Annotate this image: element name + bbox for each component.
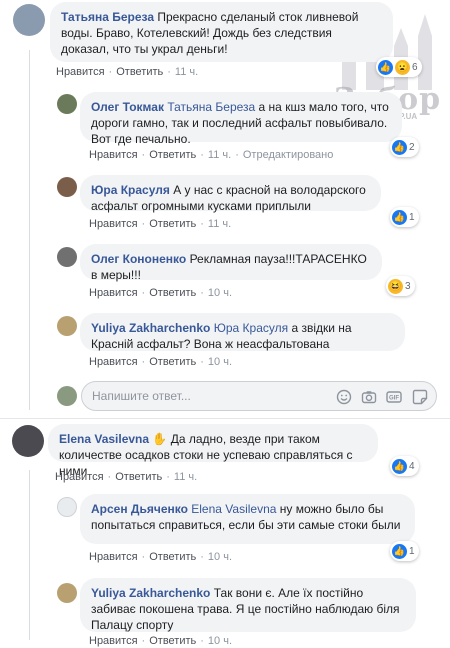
comment-actions: Нравится · Ответить · 10 ч. bbox=[89, 287, 233, 299]
like-reaction-icon: 👍 bbox=[378, 59, 393, 75]
reply-link[interactable]: Ответить bbox=[116, 66, 163, 78]
comment-bubble: Юра Красуля А у нас с красной на володар… bbox=[80, 175, 381, 213]
reaction-count: 3 bbox=[405, 280, 411, 292]
waving-hand-icon: ✋ bbox=[152, 432, 168, 446]
sticker-icon[interactable] bbox=[412, 389, 428, 405]
camera-icon[interactable] bbox=[361, 389, 377, 405]
comment-bubble: Арсен Дьяченко Elena Vasilevna ну можно … bbox=[80, 494, 415, 544]
reaction-summary[interactable]: 👍 1 bbox=[390, 541, 419, 561]
mention-link[interactable]: Юра Красуля bbox=[214, 321, 288, 335]
reaction-summary[interactable]: 👍 4 bbox=[390, 456, 419, 476]
comment-actions: Нравится · Ответить · 10 ч. bbox=[89, 551, 233, 563]
thread-line bbox=[29, 470, 30, 640]
divider bbox=[0, 418, 450, 419]
timestamp[interactable]: 11 ч. bbox=[208, 149, 231, 161]
reaction-count: 6 bbox=[412, 61, 418, 73]
timestamp[interactable]: 10 ч. bbox=[208, 551, 232, 563]
reply-link[interactable]: Ответить bbox=[149, 287, 196, 299]
svg-text:GIF: GIF bbox=[389, 396, 399, 402]
avatar[interactable] bbox=[57, 497, 77, 517]
comment-bubble: Elena Vasilevna ✋ Да ладно, везде при та… bbox=[48, 424, 378, 478]
reply-input[interactable] bbox=[92, 388, 292, 404]
like-link[interactable]: Нравится bbox=[89, 218, 138, 230]
like-link[interactable]: Нравится bbox=[55, 471, 104, 483]
comment-actions: Нравится · Ответить · 11 ч. bbox=[56, 66, 199, 78]
reply-link[interactable]: Ответить bbox=[149, 356, 196, 368]
reaction-count: 1 bbox=[409, 545, 415, 557]
comment-bubble: Олег Токмак Татьяна Береза а на кшз мало… bbox=[80, 92, 402, 146]
reaction-summary[interactable]: 👍 1 bbox=[390, 207, 419, 227]
like-link[interactable]: Нравится bbox=[89, 635, 138, 647]
confounded-face-icon: 😦 bbox=[395, 59, 410, 75]
reply-link[interactable]: Ответить bbox=[149, 149, 196, 161]
like-reaction-icon: 👍 bbox=[392, 139, 407, 155]
comment-author[interactable]: Yuliya Zakharchenko bbox=[91, 321, 210, 335]
comment-bubble: Yuliya Zakharchenko Так вони є. Але їх п… bbox=[80, 578, 416, 632]
comment-bubble: Татьяна Береза Прекрасно сделаный сток л… bbox=[50, 2, 393, 62]
like-reaction-icon: 👍 bbox=[392, 543, 407, 559]
reaction-count: 4 bbox=[409, 460, 415, 472]
reply-link[interactable]: Ответить bbox=[115, 471, 162, 483]
thread-line bbox=[29, 50, 30, 410]
timestamp[interactable]: 11 ч. bbox=[175, 66, 198, 78]
reply-input-box[interactable]: GIF bbox=[81, 381, 437, 411]
emoji-icon[interactable] bbox=[336, 389, 352, 405]
comment-actions: Нравится · Ответить · 11 ч. bbox=[55, 471, 198, 483]
mention-link[interactable]: Elena Vasilevna bbox=[191, 502, 276, 516]
like-link[interactable]: Нравится bbox=[56, 66, 105, 78]
avatar[interactable] bbox=[12, 425, 44, 457]
avatar[interactable] bbox=[57, 247, 77, 267]
comment-bubble: Yuliya Zakharchenko Юра Красуля а звідки… bbox=[80, 313, 405, 351]
timestamp[interactable]: 10 ч. bbox=[208, 356, 232, 368]
comment-actions: Нравится · Ответить · 10 ч. bbox=[89, 356, 233, 368]
like-link[interactable]: Нравится bbox=[89, 287, 138, 299]
comment-author[interactable]: Elena Vasilevna bbox=[59, 432, 149, 446]
haha-reaction-icon: 😆 bbox=[388, 278, 403, 294]
comment-author[interactable]: Олег Кононенко bbox=[91, 252, 186, 266]
comment-actions: Нравится · Ответить · 11 ч. bbox=[89, 218, 232, 230]
reply-link[interactable]: Ответить bbox=[149, 635, 196, 647]
reaction-summary[interactable]: 👍 2 bbox=[390, 137, 419, 157]
reaction-count: 1 bbox=[409, 211, 415, 223]
reply-link[interactable]: Ответить bbox=[149, 218, 196, 230]
like-link[interactable]: Нравится bbox=[89, 356, 138, 368]
avatar[interactable] bbox=[13, 4, 45, 36]
reply-link[interactable]: Ответить bbox=[149, 551, 196, 563]
comment-author[interactable]: Юра Красуля bbox=[91, 183, 170, 197]
avatar[interactable] bbox=[57, 316, 77, 336]
comment-author[interactable]: Олег Токмак bbox=[91, 100, 164, 114]
reaction-summary[interactable]: 👍 😦 6 bbox=[376, 57, 422, 77]
comment-author[interactable]: Yuliya Zakharchenko bbox=[91, 586, 210, 600]
like-link[interactable]: Нравится bbox=[89, 551, 138, 563]
timestamp[interactable]: 10 ч. bbox=[208, 287, 232, 299]
timestamp[interactable]: 11 ч. bbox=[174, 471, 197, 483]
comment-author[interactable]: Арсен Дьяченко bbox=[91, 502, 188, 516]
comment-actions: Нравится · Ответить · 11 ч. · Отредактировано bbox=[89, 149, 334, 161]
avatar[interactable] bbox=[57, 583, 77, 603]
reaction-count: 2 bbox=[409, 141, 415, 153]
timestamp[interactable]: 10 ч. bbox=[208, 635, 232, 647]
comment-bubble: Олег Кононенко Рекламная пауза!!!ТАРАСЕН… bbox=[80, 244, 382, 282]
avatar[interactable] bbox=[57, 94, 77, 114]
reaction-summary[interactable]: 😆 3 bbox=[386, 276, 415, 296]
like-reaction-icon: 👍 bbox=[392, 458, 407, 474]
comment-author[interactable]: Татьяна Береза bbox=[61, 10, 154, 24]
avatar[interactable] bbox=[57, 177, 77, 197]
timestamp[interactable]: 11 ч. bbox=[208, 218, 231, 230]
gif-icon[interactable]: GIF bbox=[386, 389, 402, 405]
like-link[interactable]: Нравится bbox=[89, 149, 138, 161]
like-reaction-icon: 👍 bbox=[392, 209, 407, 225]
mention-link[interactable]: Татьяна Береза bbox=[167, 100, 255, 114]
edited-label: Отредактировано bbox=[242, 149, 334, 161]
current-user-avatar bbox=[57, 386, 77, 406]
comment-actions: Нравится · Ответить · 10 ч. bbox=[89, 635, 233, 647]
